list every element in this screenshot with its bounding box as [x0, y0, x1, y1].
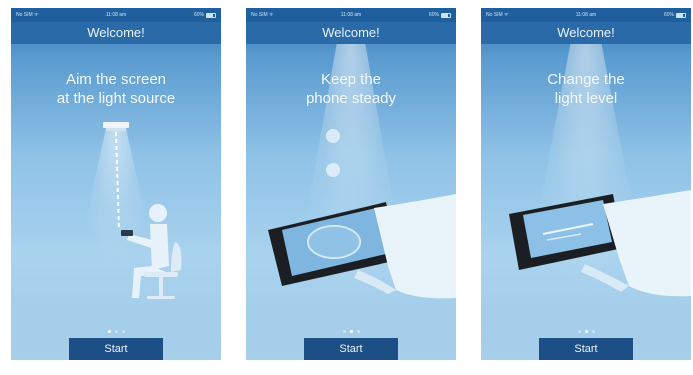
start-button[interactable]: Start [304, 338, 398, 360]
hand-holding-phone-icon [509, 190, 691, 297]
lamp-icon [103, 122, 129, 131]
page-dot-3 [356, 330, 360, 333]
page-dot-1 [577, 330, 581, 333]
light-orb-icon [326, 163, 340, 177]
page-dot-1 [342, 330, 346, 333]
aim-illustration [103, 122, 182, 299]
onboarding-screen-1: No SIM ᯤ 11:08 am 60% Welcome! Aim the s… [11, 8, 221, 360]
page-indicator [246, 330, 456, 333]
light-orb-icon [326, 129, 340, 143]
steady-illustration [268, 129, 456, 299]
start-button[interactable]: Start [69, 338, 163, 360]
light-level-illustration [509, 190, 691, 297]
page-dot-2 [584, 330, 588, 333]
onboarding-screen-2: No SIM ᯤ 11:08 am 60% Welcome! Keep the … [246, 8, 456, 360]
start-button[interactable]: Start [539, 338, 633, 360]
page-indicator [481, 330, 691, 333]
page-indicator [11, 330, 221, 333]
page-dot-2 [349, 330, 353, 333]
page-dot-1 [107, 330, 111, 333]
page-dot-3 [591, 330, 595, 333]
page-dot-2 [114, 330, 118, 333]
hand-holding-phone-icon [268, 194, 456, 299]
onboarding-screen-3: No SIM ᯤ 11:08 am 60% Welcome! Change th… [481, 8, 691, 360]
page-dot-3 [121, 330, 125, 333]
